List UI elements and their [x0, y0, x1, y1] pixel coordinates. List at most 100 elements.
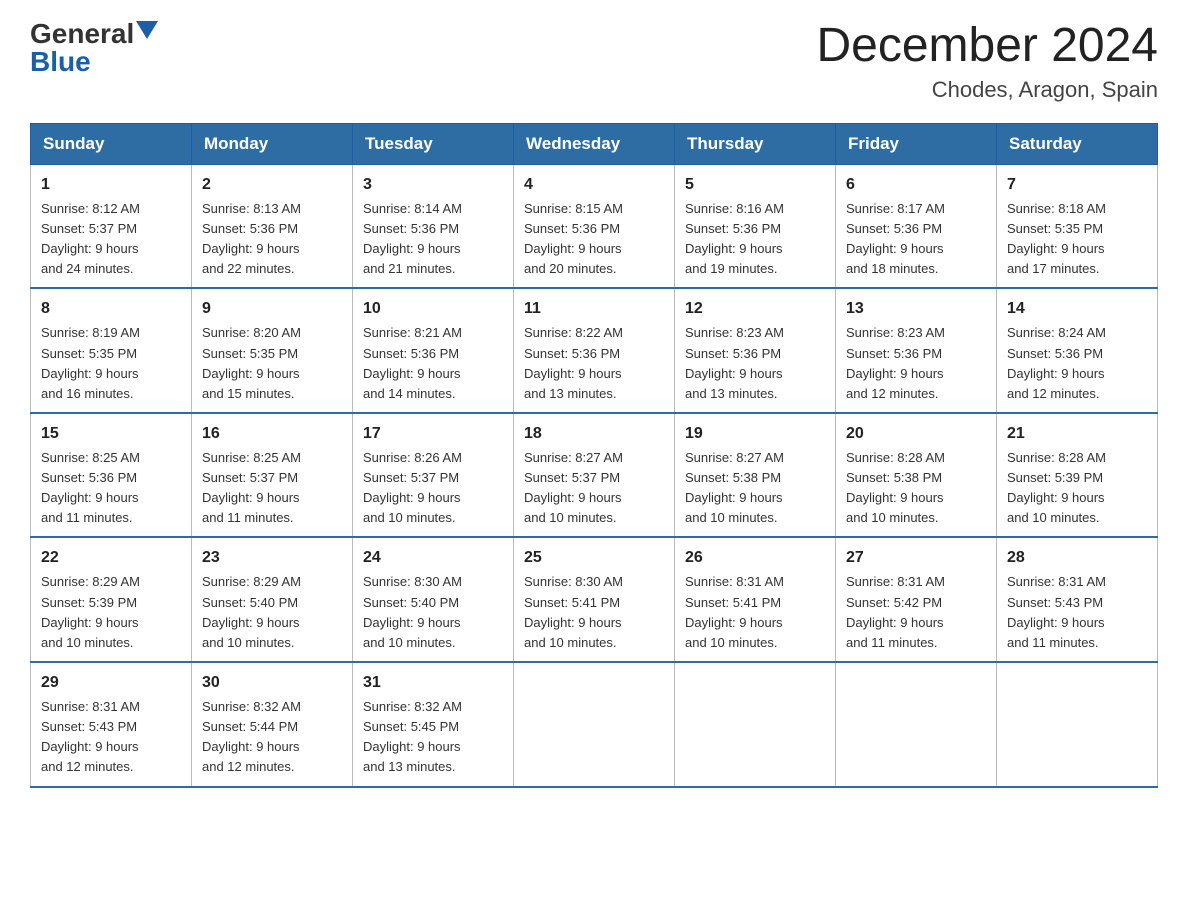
day-info: Sunrise: 8:25 AMSunset: 5:36 PMDaylight:… [41, 448, 181, 529]
day-cell: 22Sunrise: 8:29 AMSunset: 5:39 PMDayligh… [31, 537, 192, 662]
day-info: Sunrise: 8:21 AMSunset: 5:36 PMDaylight:… [363, 323, 503, 404]
location-title: Chodes, Aragon, Spain [816, 77, 1158, 103]
day-number: 2 [202, 173, 342, 197]
day-number: 7 [1007, 173, 1147, 197]
day-cell: 29Sunrise: 8:31 AMSunset: 5:43 PMDayligh… [31, 662, 192, 787]
day-info: Sunrise: 8:14 AMSunset: 5:36 PMDaylight:… [363, 199, 503, 280]
header-row: SundayMondayTuesdayWednesdayThursdayFrid… [31, 123, 1158, 164]
day-number: 21 [1007, 422, 1147, 446]
day-number: 20 [846, 422, 986, 446]
logo-blue: Blue [30, 48, 91, 76]
day-number: 16 [202, 422, 342, 446]
day-cell: 24Sunrise: 8:30 AMSunset: 5:40 PMDayligh… [353, 537, 514, 662]
week-row-3: 15Sunrise: 8:25 AMSunset: 5:36 PMDayligh… [31, 413, 1158, 538]
day-info: Sunrise: 8:18 AMSunset: 5:35 PMDaylight:… [1007, 199, 1147, 280]
day-cell: 27Sunrise: 8:31 AMSunset: 5:42 PMDayligh… [836, 537, 997, 662]
day-cell: 16Sunrise: 8:25 AMSunset: 5:37 PMDayligh… [192, 413, 353, 538]
day-cell: 1Sunrise: 8:12 AMSunset: 5:37 PMDaylight… [31, 164, 192, 288]
day-number: 24 [363, 546, 503, 570]
day-info: Sunrise: 8:31 AMSunset: 5:41 PMDaylight:… [685, 572, 825, 653]
day-cell: 18Sunrise: 8:27 AMSunset: 5:37 PMDayligh… [514, 413, 675, 538]
logo-general: General [30, 20, 134, 48]
day-info: Sunrise: 8:20 AMSunset: 5:35 PMDaylight:… [202, 323, 342, 404]
day-cell: 12Sunrise: 8:23 AMSunset: 5:36 PMDayligh… [675, 288, 836, 413]
day-info: Sunrise: 8:23 AMSunset: 5:36 PMDaylight:… [846, 323, 986, 404]
day-info: Sunrise: 8:29 AMSunset: 5:39 PMDaylight:… [41, 572, 181, 653]
day-cell: 31Sunrise: 8:32 AMSunset: 5:45 PMDayligh… [353, 662, 514, 787]
day-cell: 25Sunrise: 8:30 AMSunset: 5:41 PMDayligh… [514, 537, 675, 662]
day-number: 23 [202, 546, 342, 570]
day-cell [836, 662, 997, 787]
day-info: Sunrise: 8:12 AMSunset: 5:37 PMDaylight:… [41, 199, 181, 280]
day-info: Sunrise: 8:19 AMSunset: 5:35 PMDaylight:… [41, 323, 181, 404]
column-header-saturday: Saturday [997, 123, 1158, 164]
day-info: Sunrise: 8:15 AMSunset: 5:36 PMDaylight:… [524, 199, 664, 280]
day-number: 13 [846, 297, 986, 321]
day-cell: 28Sunrise: 8:31 AMSunset: 5:43 PMDayligh… [997, 537, 1158, 662]
column-header-tuesday: Tuesday [353, 123, 514, 164]
day-info: Sunrise: 8:17 AMSunset: 5:36 PMDaylight:… [846, 199, 986, 280]
day-cell: 13Sunrise: 8:23 AMSunset: 5:36 PMDayligh… [836, 288, 997, 413]
day-cell [675, 662, 836, 787]
logo: General Blue [30, 20, 158, 76]
day-number: 12 [685, 297, 825, 321]
day-number: 19 [685, 422, 825, 446]
day-number: 6 [846, 173, 986, 197]
day-number: 25 [524, 546, 664, 570]
day-number: 10 [363, 297, 503, 321]
day-number: 17 [363, 422, 503, 446]
day-cell: 14Sunrise: 8:24 AMSunset: 5:36 PMDayligh… [997, 288, 1158, 413]
day-info: Sunrise: 8:24 AMSunset: 5:36 PMDaylight:… [1007, 323, 1147, 404]
logo-triangle-icon [136, 21, 158, 43]
day-info: Sunrise: 8:31 AMSunset: 5:43 PMDaylight:… [1007, 572, 1147, 653]
day-number: 18 [524, 422, 664, 446]
day-number: 11 [524, 297, 664, 321]
day-number: 27 [846, 546, 986, 570]
day-info: Sunrise: 8:26 AMSunset: 5:37 PMDaylight:… [363, 448, 503, 529]
day-number: 28 [1007, 546, 1147, 570]
day-number: 30 [202, 671, 342, 695]
day-info: Sunrise: 8:27 AMSunset: 5:38 PMDaylight:… [685, 448, 825, 529]
day-cell: 19Sunrise: 8:27 AMSunset: 5:38 PMDayligh… [675, 413, 836, 538]
day-number: 1 [41, 173, 181, 197]
day-number: 4 [524, 173, 664, 197]
day-info: Sunrise: 8:28 AMSunset: 5:38 PMDaylight:… [846, 448, 986, 529]
day-info: Sunrise: 8:25 AMSunset: 5:37 PMDaylight:… [202, 448, 342, 529]
day-info: Sunrise: 8:16 AMSunset: 5:36 PMDaylight:… [685, 199, 825, 280]
day-number: 9 [202, 297, 342, 321]
day-cell: 6Sunrise: 8:17 AMSunset: 5:36 PMDaylight… [836, 164, 997, 288]
day-cell: 4Sunrise: 8:15 AMSunset: 5:36 PMDaylight… [514, 164, 675, 288]
day-cell: 5Sunrise: 8:16 AMSunset: 5:36 PMDaylight… [675, 164, 836, 288]
day-info: Sunrise: 8:29 AMSunset: 5:40 PMDaylight:… [202, 572, 342, 653]
month-title: December 2024 [816, 20, 1158, 73]
day-info: Sunrise: 8:31 AMSunset: 5:43 PMDaylight:… [41, 697, 181, 778]
day-cell: 26Sunrise: 8:31 AMSunset: 5:41 PMDayligh… [675, 537, 836, 662]
week-row-2: 8Sunrise: 8:19 AMSunset: 5:35 PMDaylight… [31, 288, 1158, 413]
day-cell: 21Sunrise: 8:28 AMSunset: 5:39 PMDayligh… [997, 413, 1158, 538]
day-cell: 23Sunrise: 8:29 AMSunset: 5:40 PMDayligh… [192, 537, 353, 662]
day-info: Sunrise: 8:32 AMSunset: 5:44 PMDaylight:… [202, 697, 342, 778]
day-info: Sunrise: 8:13 AMSunset: 5:36 PMDaylight:… [202, 199, 342, 280]
day-cell [514, 662, 675, 787]
column-header-friday: Friday [836, 123, 997, 164]
day-number: 31 [363, 671, 503, 695]
day-cell: 30Sunrise: 8:32 AMSunset: 5:44 PMDayligh… [192, 662, 353, 787]
day-cell: 15Sunrise: 8:25 AMSunset: 5:36 PMDayligh… [31, 413, 192, 538]
day-info: Sunrise: 8:22 AMSunset: 5:36 PMDaylight:… [524, 323, 664, 404]
day-number: 15 [41, 422, 181, 446]
title-section: December 2024 Chodes, Aragon, Spain [816, 20, 1158, 103]
day-info: Sunrise: 8:30 AMSunset: 5:40 PMDaylight:… [363, 572, 503, 653]
day-info: Sunrise: 8:31 AMSunset: 5:42 PMDaylight:… [846, 572, 986, 653]
day-cell: 9Sunrise: 8:20 AMSunset: 5:35 PMDaylight… [192, 288, 353, 413]
day-cell: 11Sunrise: 8:22 AMSunset: 5:36 PMDayligh… [514, 288, 675, 413]
day-cell: 3Sunrise: 8:14 AMSunset: 5:36 PMDaylight… [353, 164, 514, 288]
day-cell: 10Sunrise: 8:21 AMSunset: 5:36 PMDayligh… [353, 288, 514, 413]
column-header-sunday: Sunday [31, 123, 192, 164]
day-cell: 20Sunrise: 8:28 AMSunset: 5:38 PMDayligh… [836, 413, 997, 538]
calendar-table: SundayMondayTuesdayWednesdayThursdayFrid… [30, 123, 1158, 788]
day-cell: 8Sunrise: 8:19 AMSunset: 5:35 PMDaylight… [31, 288, 192, 413]
day-info: Sunrise: 8:30 AMSunset: 5:41 PMDaylight:… [524, 572, 664, 653]
week-row-4: 22Sunrise: 8:29 AMSunset: 5:39 PMDayligh… [31, 537, 1158, 662]
column-header-monday: Monday [192, 123, 353, 164]
day-number: 14 [1007, 297, 1147, 321]
